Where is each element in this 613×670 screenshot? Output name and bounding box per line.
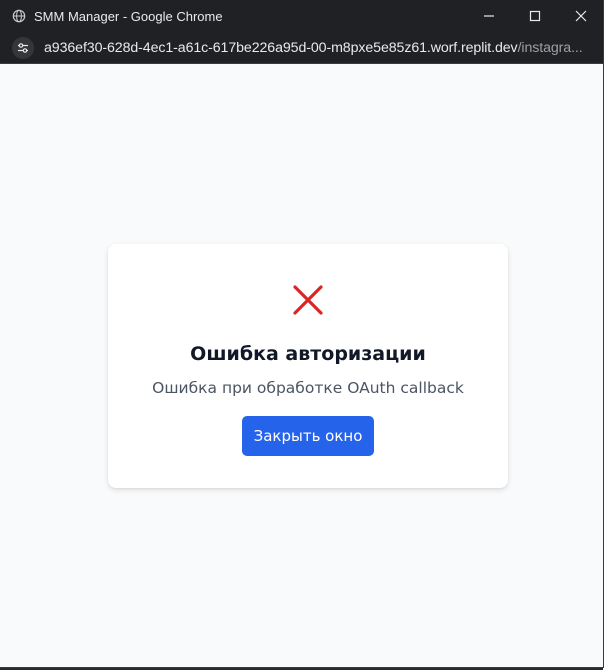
url-host: a936ef30-628d-4ec1-a61c-617be226a95d-00-… [44, 39, 518, 56]
error-card: Ошибка авторизации Ошибка при обработке … [108, 244, 508, 488]
url-path: /instagra... [517, 39, 583, 56]
x-mark-icon [293, 285, 323, 315]
close-window-button[interactable] [558, 0, 603, 32]
close-window-action-button[interactable]: Закрыть окно [242, 416, 374, 456]
window-title: SMM Manager - Google Chrome [34, 8, 223, 24]
minimize-button[interactable] [466, 0, 512, 32]
tune-icon [18, 42, 28, 53]
window-controls [466, 0, 603, 32]
close-icon [575, 10, 587, 22]
globe-icon [12, 9, 26, 23]
popup-window: SMM Manager - Google Chrome a936ef30-628… [0, 0, 604, 668]
minimize-icon [484, 15, 494, 17]
error-message: Ошибка при обработке OAuth callback [152, 379, 464, 397]
maximize-icon [529, 10, 541, 22]
page-content: Ошибка авторизации Ошибка при обработке … [0, 64, 603, 667]
maximize-button[interactable] [512, 0, 558, 32]
window-titlebar: SMM Manager - Google Chrome [0, 0, 603, 32]
error-title: Ошибка авторизации [190, 343, 426, 365]
address-bar: a936ef30-628d-4ec1-a61c-617be226a95d-00-… [0, 32, 603, 64]
site-info-button[interactable] [12, 36, 34, 59]
url-field[interactable]: a936ef30-628d-4ec1-a61c-617be226a95d-00-… [44, 40, 583, 56]
background-page [603, 0, 613, 670]
